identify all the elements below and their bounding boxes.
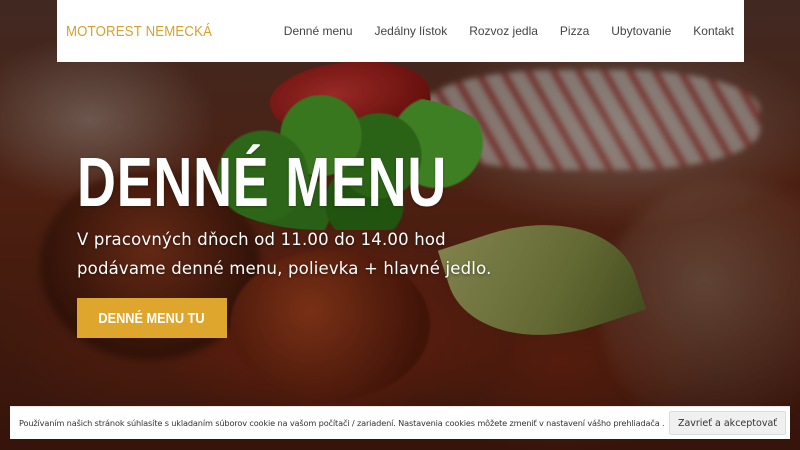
nav-item-denne-menu[interactable]: Denné menu	[284, 24, 353, 38]
daily-menu-button-label: DENNÉ MENU TU	[98, 309, 206, 327]
nav-item-kontakt[interactable]: Kontakt	[693, 24, 734, 38]
nav-item-jedalny-listok[interactable]: Jedálny lístok	[375, 24, 448, 38]
nav-item-rozvoz-jedla[interactable]: Rozvoz jedla	[469, 24, 538, 38]
hero-title: DENNÉ MENU	[77, 143, 448, 221]
hero-subtitle: V pracovných dňoch od 11.00 do 14.00 hod…	[77, 226, 557, 284]
cookie-consent-bar: Používaním našich stránok súhlasíte s uk…	[10, 406, 790, 439]
hero-subtitle-line-1: V pracovných dňoch od 11.00 do 14.00 hod	[77, 230, 446, 250]
nav-item-ubytovanie[interactable]: Ubytovanie	[611, 24, 671, 38]
main-nav: Denné menu Jedálny lístok Rozvoz jedla P…	[262, 24, 734, 38]
nav-item-pizza[interactable]: Pizza	[560, 24, 589, 38]
cookie-accept-button[interactable]: Zavrieť a akceptovať	[668, 411, 786, 435]
cookie-consent-text: Používaním našich stránok súhlasíte s uk…	[19, 418, 665, 428]
site-header: MOTOREST NEMECKÁ Denné menu Jedálny líst…	[57, 0, 744, 62]
daily-menu-button[interactable]: DENNÉ MENU TU	[77, 298, 227, 338]
site-logo[interactable]: MOTOREST NEMECKÁ	[66, 23, 212, 40]
hero-subtitle-line-2: podávame denné menu, polievka + hlavné j…	[77, 259, 492, 279]
hero-overlay	[0, 0, 800, 450]
hero-background-image	[0, 0, 800, 450]
